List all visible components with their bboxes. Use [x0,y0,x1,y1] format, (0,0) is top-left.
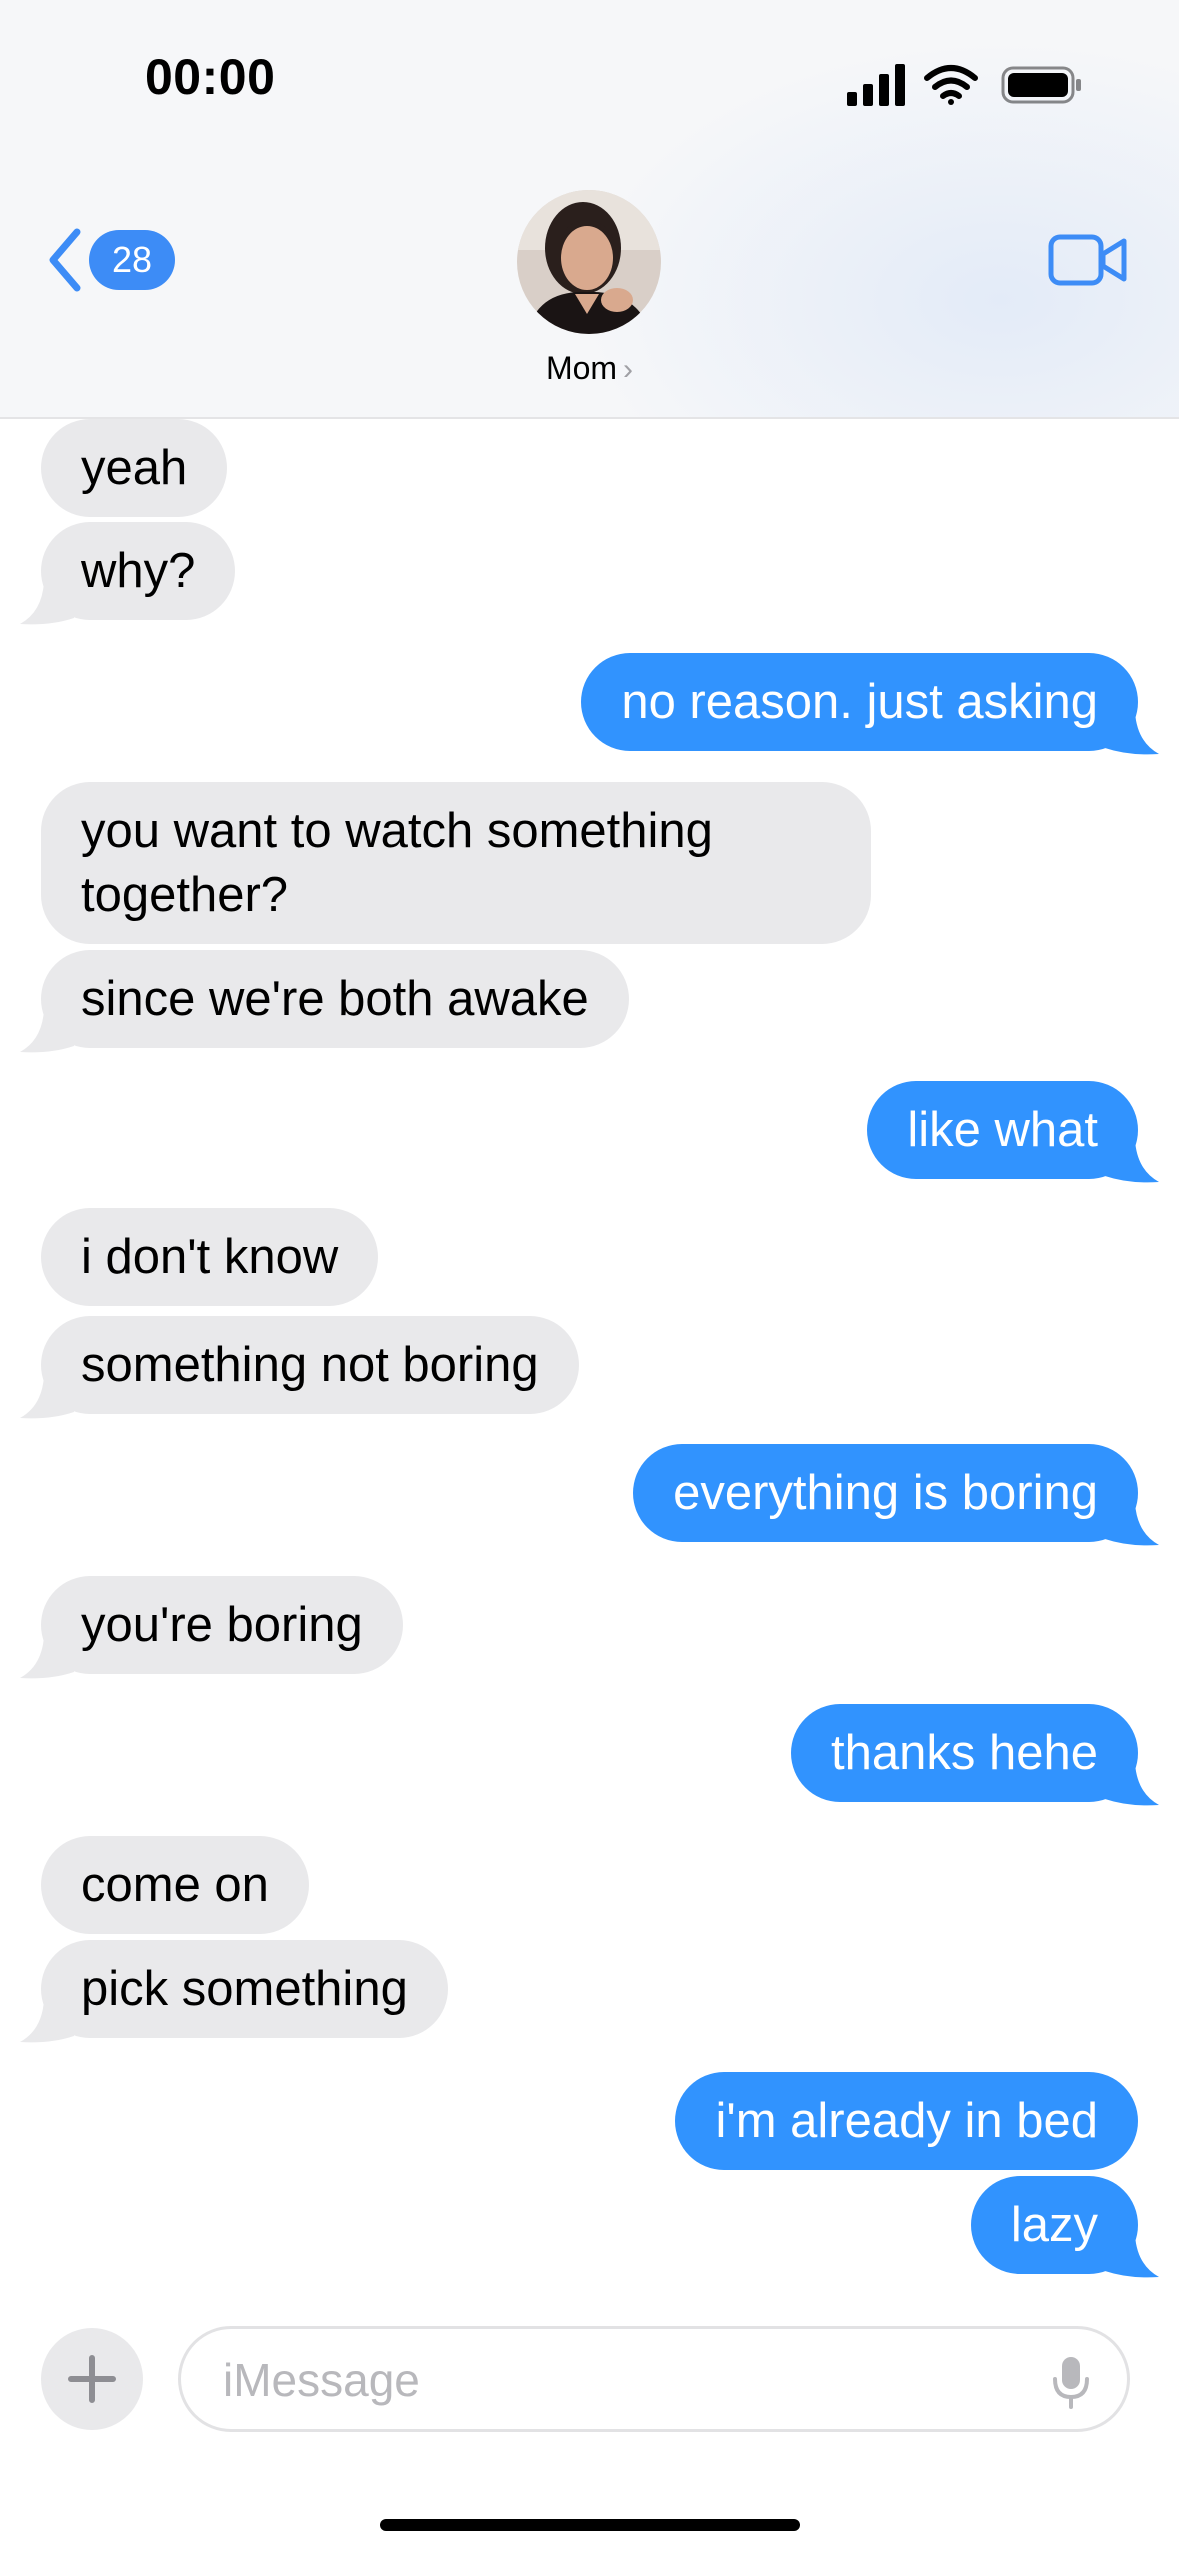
bubble-tail [20,2000,74,2043]
bubble-tail [20,1636,74,1679]
message-bubble-outgoing[interactable]: everything is boring [633,1444,1138,1542]
contact-avatar[interactable] [517,190,661,334]
apps-plus-button[interactable] [41,2328,143,2430]
message-input-placeholder: iMessage [223,2354,420,2406]
message-bubble-outgoing[interactable]: like what [867,1081,1138,1179]
message-text: since we're both awake [81,972,589,1026]
message-bubble-incoming[interactable]: you're boring [41,1576,403,1674]
message-bubble-incoming[interactable]: something not boring [41,1316,579,1414]
message-bubble-incoming[interactable]: i don't know [41,1208,379,1306]
message-text: pick something [81,1962,408,2016]
message-text: i don't know [81,1230,339,1284]
message-bubble-incoming[interactable]: pick something [41,1940,448,2038]
message-input[interactable]: iMessage [178,2326,1130,2432]
bubble-tail [20,1376,74,1419]
message-text: thanks hehe [831,1726,1098,1780]
message-bubble-incoming[interactable]: come on [41,1836,309,1934]
contact-chevron-icon: › [623,353,634,386]
message-text: you want to watch something together? [81,804,713,922]
bubble-tail [1105,1503,1159,1546]
video-camera-icon[interactable] [1048,232,1128,288]
bubble-tail [20,1010,74,1053]
message-bubble-incoming[interactable]: since we're both awake [41,950,629,1048]
message-text: everything is boring [673,1466,1098,1520]
message-text: why? [81,544,196,598]
microphone-icon[interactable] [1051,2355,1091,2409]
bubble-tail [1105,1763,1159,1806]
message-text: like what [907,1103,1098,1157]
message-text: lazy [1010,2198,1098,2252]
message-bubble-incoming[interactable]: you want to watch something together? [41,782,871,944]
message-text: you're boring [81,1598,363,1652]
bubble-tail [1105,2235,1159,2278]
battery-icon [1001,66,1081,104]
message-text: i'm already in bed [715,2094,1098,2148]
back-button[interactable]: 28 [45,225,175,295]
bubble-tail [1105,1140,1159,1183]
conversation-header: 00:00 28 Mom › [0,0,1179,419]
plus-icon [68,2355,116,2403]
status-time: 00:00 [145,49,276,105]
bubble-tail [20,582,74,625]
message-bubble-outgoing[interactable]: i'm already in bed [675,2072,1138,2170]
contact-name: Mom [545,350,618,386]
home-indicator[interactable] [380,2519,800,2531]
message-text: no reason. just asking [621,675,1098,729]
cellular-signal-icon [847,64,905,106]
status-icons [847,64,1081,106]
message-bubble-incoming[interactable]: yeah [41,419,228,517]
contact-name-button[interactable]: Mom › [0,350,1179,387]
message-bubble-outgoing[interactable]: thanks hehe [791,1704,1138,1802]
message-bubble-outgoing[interactable]: no reason. just asking [581,653,1138,751]
message-text: yeah [81,441,188,495]
wifi-icon [924,65,978,105]
avatar-photo [517,190,661,334]
bubble-tail [1105,712,1159,755]
message-text: come on [81,1858,269,1912]
back-chevron-icon [49,228,81,292]
unread-count-badge: 28 [89,230,175,290]
message-text: something not boring [81,1338,539,1392]
